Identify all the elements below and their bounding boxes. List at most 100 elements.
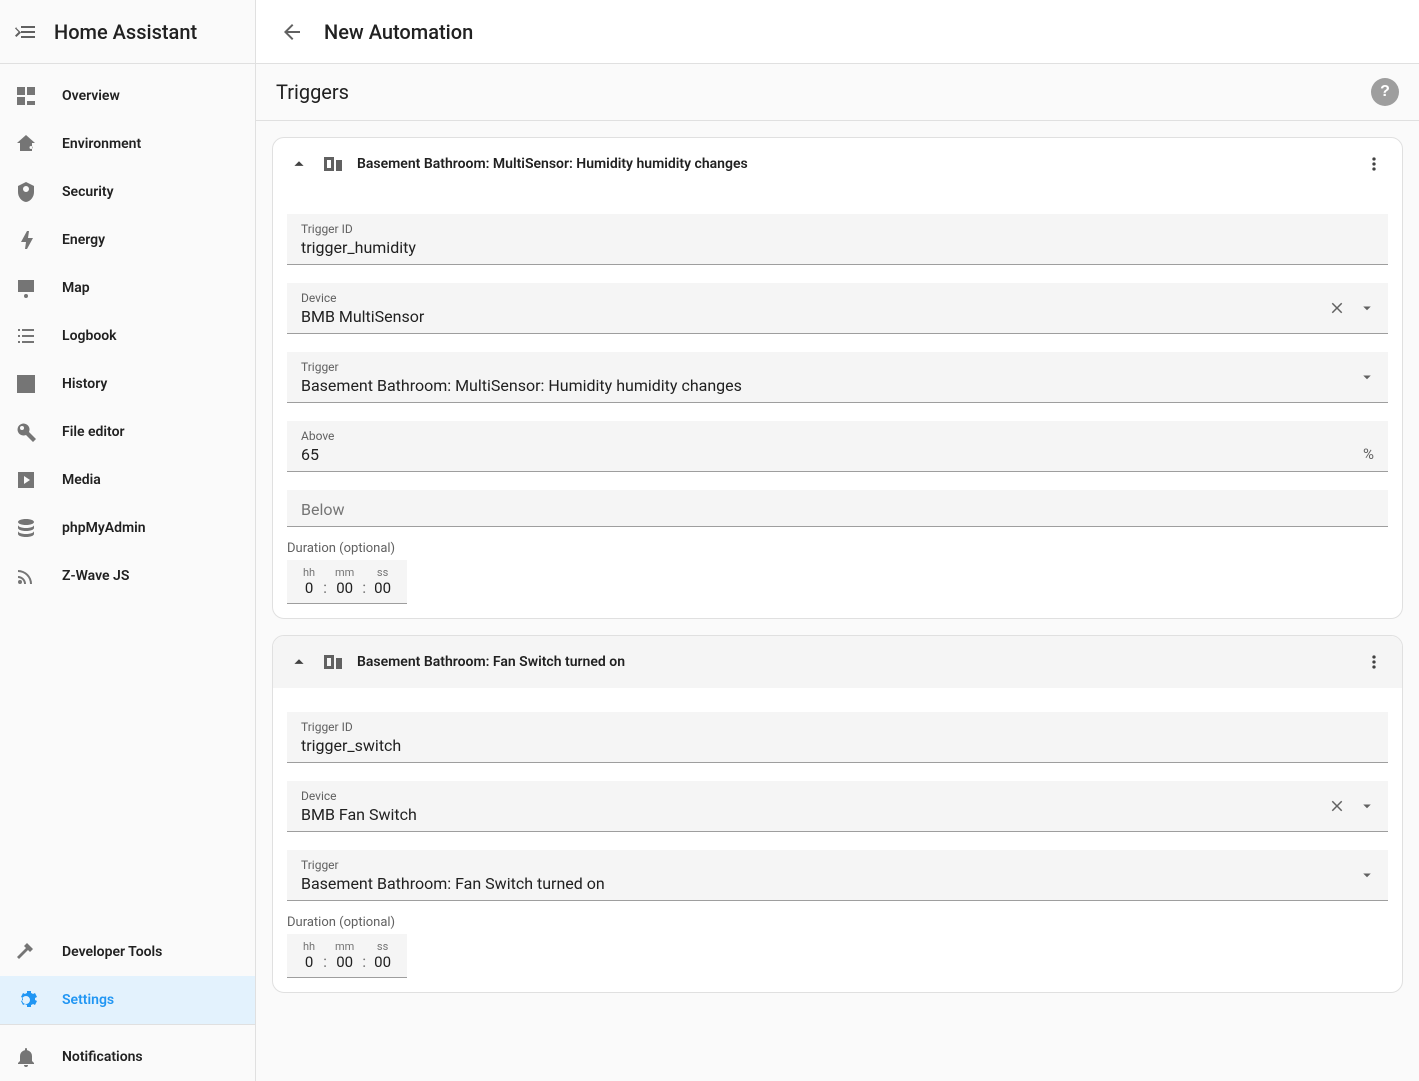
sidebar-item-label: Media (62, 472, 101, 488)
arrow-left-icon (280, 20, 304, 44)
sidebar-item-label: Environment (62, 136, 141, 152)
hammer-icon (14, 940, 38, 964)
duration-mm-label: mm (335, 940, 354, 953)
sidebar-item-label: Z-Wave JS (62, 568, 129, 584)
collapse-toggle[interactable] (285, 648, 313, 676)
back-button[interactable] (272, 12, 312, 52)
duration-sep: : (321, 566, 329, 597)
trigger-card-body: Trigger ID trigger_humidity Device BMB M… (273, 190, 1402, 618)
sidebar-item-label: Overview (62, 88, 120, 104)
trigger-card-header: Basement Bathroom: MultiSensor: Humidity… (273, 138, 1402, 190)
above-field[interactable]: Above 65 % (287, 421, 1388, 472)
trigger-select-field[interactable]: Trigger Basement Bathroom: Fan Switch tu… (287, 850, 1388, 901)
sidebar-item-media[interactable]: Media (0, 456, 255, 504)
sidebar-item-label: Logbook (62, 328, 117, 344)
trigger-id-value: trigger_humidity (301, 236, 1374, 258)
field-label: Above (301, 429, 1374, 443)
sidebar-header: Home Assistant (0, 0, 255, 64)
field-label: Trigger ID (301, 720, 1374, 734)
sidebar-item-logbook[interactable]: Logbook (0, 312, 255, 360)
duration-input[interactable]: hh0 : mm00 : ss00 (287, 934, 407, 978)
trigger-card-header: Basement Bathroom: Fan Switch turned on (273, 636, 1402, 688)
duration-label: Duration (optional) (287, 915, 1388, 930)
duration-hh: 0 (303, 579, 315, 597)
chart-box-icon (14, 372, 38, 396)
wrench-icon (14, 420, 38, 444)
sidebar-item-phpmyadmin[interactable]: phpMyAdmin (0, 504, 255, 552)
sidebar-item-label: Developer Tools (62, 944, 162, 960)
home-thermo-icon (14, 132, 38, 156)
trigger-card-body: Trigger ID trigger_switch Device BMB Fan… (273, 688, 1402, 992)
field-label: Device (301, 291, 1374, 305)
duration-mm: 00 (335, 579, 354, 597)
play-box-icon (14, 468, 38, 492)
device-field[interactable]: Device BMB Fan Switch (287, 781, 1388, 832)
device-icon (321, 650, 345, 674)
sidebar-item-file-editor[interactable]: File editor (0, 408, 255, 456)
sidebar-item-zwave[interactable]: Z-Wave JS (0, 552, 255, 600)
below-field[interactable]: Below (287, 490, 1388, 527)
clear-icon[interactable] (1326, 297, 1348, 319)
duration-ss: 00 (374, 953, 391, 971)
sidebar-item-notifications[interactable]: Notifications (0, 1033, 255, 1081)
sidebar-item-energy[interactable]: Energy (0, 216, 255, 264)
app-title: Home Assistant (54, 20, 197, 44)
help-button[interactable]: ? (1371, 78, 1399, 106)
below-placeholder: Below (301, 498, 1374, 520)
duration-input[interactable]: hh0 : mm00 : ss00 (287, 560, 407, 604)
sidebar-item-overview[interactable]: Overview (0, 72, 255, 120)
duration-label: Duration (optional) (287, 541, 1388, 556)
dropdown-icon[interactable] (1356, 297, 1378, 319)
dropdown-icon[interactable] (1356, 795, 1378, 817)
duration-ss-label: ss (374, 940, 391, 953)
section-header-triggers: Triggers ? (256, 64, 1419, 121)
collapse-toggle[interactable] (285, 150, 313, 178)
dots-vertical-icon (1364, 652, 1384, 672)
sidebar-item-label: Notifications (62, 1049, 143, 1065)
duration-mm: 00 (335, 953, 354, 971)
sidebar-item-label: File editor (62, 424, 125, 440)
clear-icon[interactable] (1326, 795, 1348, 817)
device-icon (321, 152, 345, 176)
duration-mm-label: mm (335, 566, 354, 579)
duration-hh: 0 (303, 953, 315, 971)
trigger-id-field[interactable]: Trigger ID trigger_switch (287, 712, 1388, 763)
sidebar: Home Assistant Overview Environment Secu… (0, 0, 256, 1081)
duration-sep: : (321, 940, 329, 971)
trigger-card: Basement Bathroom: Fan Switch turned on … (272, 635, 1403, 993)
trigger-title: Basement Bathroom: MultiSensor: Humidity… (357, 156, 1358, 172)
field-label: Trigger (301, 360, 1374, 374)
trigger-id-field[interactable]: Trigger ID trigger_humidity (287, 214, 1388, 265)
sidebar-notifications-nav: Notifications (0, 1025, 255, 1081)
field-label: Trigger (301, 858, 1374, 872)
map-marker-icon (14, 276, 38, 300)
sidebar-item-environment[interactable]: Environment (0, 120, 255, 168)
trigger-menu-button[interactable] (1358, 646, 1390, 678)
sidebar-item-map[interactable]: Map (0, 264, 255, 312)
trigger-title: Basement Bathroom: Fan Switch turned on (357, 654, 1358, 670)
menu-collapse-icon[interactable] (14, 20, 38, 44)
sidebar-item-developer-tools[interactable]: Developer Tools (0, 928, 255, 976)
sidebar-item-label: Map (62, 280, 90, 296)
sidebar-item-settings[interactable]: Settings (0, 976, 255, 1024)
content-scroll[interactable]: Triggers ? Basement Bathroom: MultiSenso… (256, 64, 1419, 1081)
sidebar-item-security[interactable]: Security (0, 168, 255, 216)
main-panel: New Automation Triggers ? Basement Bathr… (256, 0, 1419, 1081)
trigger-card: Basement Bathroom: MultiSensor: Humidity… (272, 137, 1403, 619)
chevron-up-icon (288, 153, 310, 175)
dropdown-icon[interactable] (1356, 366, 1378, 388)
sidebar-item-history[interactable]: History (0, 360, 255, 408)
device-field[interactable]: Device BMB MultiSensor (287, 283, 1388, 334)
sidebar-item-label: Security (62, 184, 114, 200)
unit-label: % (1363, 445, 1374, 463)
trigger-select-field[interactable]: Trigger Basement Bathroom: MultiSensor: … (287, 352, 1388, 403)
dropdown-icon[interactable] (1356, 864, 1378, 886)
database-icon (14, 516, 38, 540)
duration-sep: : (360, 940, 368, 971)
above-value: 65 (301, 443, 1374, 465)
sidebar-item-label: Settings (62, 992, 114, 1008)
duration-ss: 00 (374, 579, 391, 597)
list-icon (14, 324, 38, 348)
chevron-up-icon (288, 651, 310, 673)
trigger-menu-button[interactable] (1358, 148, 1390, 180)
